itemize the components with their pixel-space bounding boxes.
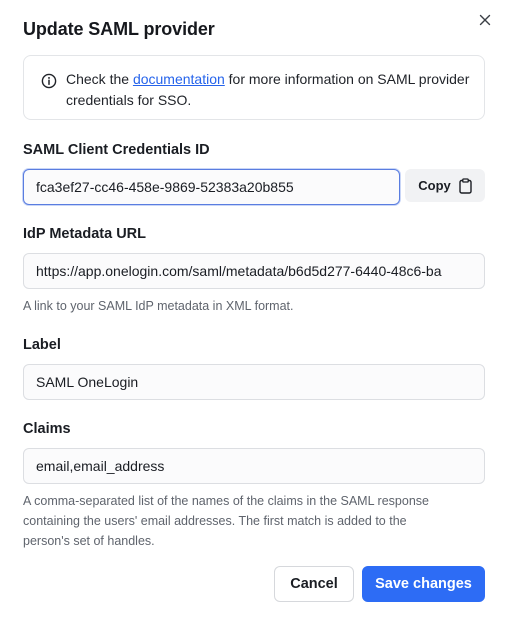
metadata-url-field[interactable]: https://app.onelogin.com/saml/metadata/b… [23, 253, 485, 289]
save-changes-button[interactable]: Save changes [362, 566, 485, 602]
claims-field[interactable]: email,email_address [23, 448, 485, 484]
metadata-url-label: IdP Metadata URL [23, 226, 147, 242]
claims-help-line: person's set of handles. [23, 534, 155, 548]
close-icon [479, 14, 491, 26]
info-text-before: Check the [66, 71, 133, 87]
claims-help: A comma-separated list of the names of t… [23, 491, 429, 551]
documentation-link[interactable]: documentation [133, 71, 225, 87]
label-field[interactable]: SAML OneLogin [23, 364, 485, 400]
claims-help-line: A comma-separated list of the names of t… [23, 494, 429, 508]
cancel-button[interactable]: Cancel [274, 566, 354, 602]
info-text: Check the documentation for more informa… [66, 69, 471, 111]
clipboard-icon [459, 177, 472, 194]
close-button[interactable] [476, 11, 494, 29]
copy-button[interactable]: Copy [405, 169, 485, 202]
label-field-label: Label [23, 337, 61, 353]
dialog-title: Update SAML provider [23, 19, 215, 39]
info-callout: Check the documentation for more informa… [23, 55, 485, 120]
client-id-field[interactable]: fca3ef27-cc46-458e-9869-52383a20b855 [23, 169, 400, 205]
metadata-url-help: A link to your SAML IdP metadata in XML … [23, 299, 294, 313]
update-saml-dialog: Update SAML provider Check the documenta… [0, 0, 507, 623]
copy-button-label: Copy [418, 178, 451, 193]
claims-help-line: containing the users' email addresses. T… [23, 514, 407, 528]
info-icon [41, 73, 57, 89]
client-id-label: SAML Client Credentials ID [23, 142, 210, 158]
claims-label: Claims [23, 421, 71, 437]
